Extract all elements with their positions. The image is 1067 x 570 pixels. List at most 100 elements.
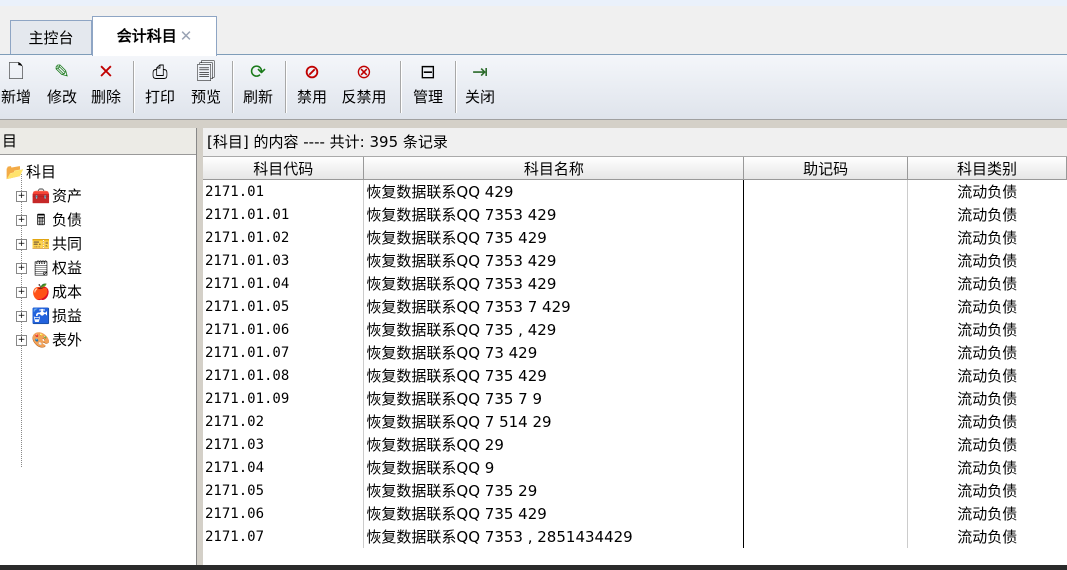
close-button[interactable]: ⇥ 关闭 — [460, 59, 500, 115]
cell-subject-type[interactable]: 流动负债 — [908, 226, 1067, 249]
cell-subject-code[interactable]: 2171.01.05 — [203, 295, 365, 318]
cell-subject-code[interactable]: 2171.02 — [203, 410, 365, 433]
cell-memo-code[interactable] — [743, 341, 909, 364]
cell-subject-code[interactable]: 2171.01.08 — [203, 364, 365, 387]
tab-accounting-subjects[interactable]: 会计科目 ✕ — [92, 16, 217, 56]
table-row[interactable]: 2171.07 恢复数据联系QQ 7353 , 2851434429 流动负债 — [203, 525, 1067, 548]
table-row[interactable]: 2171.03 恢复数据联系QQ 29 流动负债 — [203, 433, 1067, 456]
cell-subject-code[interactable]: 2171.06 — [203, 502, 365, 525]
expand-icon[interactable]: + — [16, 191, 27, 202]
expand-icon[interactable]: + — [16, 239, 27, 250]
cell-subject-name[interactable]: 恢复数据联系QQ 735 29 — [363, 479, 745, 502]
expand-icon[interactable]: + — [16, 287, 27, 298]
tree-item-assets[interactable]: + 🧰 资产 — [16, 184, 82, 208]
cell-subject-name[interactable]: 恢复数据联系QQ 7 514 29 — [363, 410, 745, 433]
cell-memo-code[interactable] — [743, 203, 909, 226]
table-row[interactable]: 2171.01.05 恢复数据联系QQ 7353 7 429 流动负债 — [203, 295, 1067, 318]
cell-subject-name[interactable]: 恢复数据联系QQ 7353 429 — [363, 249, 745, 272]
delete-button[interactable]: ✕ 删除 — [86, 59, 126, 115]
tree-item-off-balance[interactable]: + 🎨 表外 — [16, 328, 82, 352]
table-row[interactable]: 2171.01.02 恢复数据联系QQ 735 429 流动负债 — [203, 226, 1067, 249]
cell-subject-type[interactable]: 流动负债 — [908, 318, 1067, 341]
cell-subject-name[interactable]: 恢复数据联系QQ 9 — [363, 456, 745, 479]
cell-subject-code[interactable]: 2171.01.03 — [203, 249, 365, 272]
column-header-code[interactable]: 科目代码 — [203, 157, 365, 180]
tab-main-console[interactable]: 主控台 — [10, 20, 92, 55]
new-button[interactable]: 🗋 新增 — [0, 59, 38, 115]
cell-subject-type[interactable]: 流动负债 — [908, 456, 1067, 479]
cell-subject-type[interactable]: 流动负债 — [908, 387, 1067, 410]
cell-subject-code[interactable]: 2171.07 — [203, 525, 365, 548]
cell-subject-name[interactable]: 恢复数据联系QQ 429 — [363, 179, 745, 203]
cell-memo-code[interactable] — [743, 433, 909, 456]
cell-subject-name[interactable]: 恢复数据联系QQ 7353 7 429 — [363, 295, 745, 318]
disable-button[interactable]: ⊘ 禁用 — [292, 59, 332, 115]
cell-subject-name[interactable]: 恢复数据联系QQ 735 429 — [363, 226, 745, 249]
column-header-memo[interactable]: 助记码 — [743, 157, 909, 180]
tree-item-liabilities[interactable]: + 🖩 负债 — [16, 208, 82, 232]
cell-subject-name[interactable]: 恢复数据联系QQ 735 7 9 — [363, 387, 745, 410]
cell-subject-type[interactable]: 流动负债 — [908, 295, 1067, 318]
cell-subject-type[interactable]: 流动负债 — [908, 364, 1067, 387]
cell-subject-type[interactable]: 流动负债 — [908, 341, 1067, 364]
cell-subject-code[interactable]: 2171.04 — [203, 456, 365, 479]
table-row[interactable]: 2171.01.03 恢复数据联系QQ 7353 429 流动负债 — [203, 249, 1067, 272]
cell-subject-type[interactable]: 流动负债 — [908, 249, 1067, 272]
cell-subject-code[interactable]: 2171.01.01 — [203, 203, 365, 226]
cell-subject-type[interactable]: 流动负债 — [908, 433, 1067, 456]
expand-icon[interactable]: + — [16, 311, 27, 322]
cell-memo-code[interactable] — [743, 179, 909, 203]
manage-button[interactable]: ⊟ 管理 — [408, 59, 448, 115]
cell-memo-code[interactable] — [743, 456, 909, 479]
table-row[interactable]: 2171.05 恢复数据联系QQ 735 29 流动负债 — [203, 479, 1067, 502]
cell-subject-name[interactable]: 恢复数据联系QQ 7353 , 2851434429 — [363, 525, 745, 548]
cell-subject-code[interactable]: 2171.05 — [203, 479, 365, 502]
tree-item-profit-loss[interactable]: + 🚰 损益 — [16, 304, 82, 328]
cell-subject-name[interactable]: 恢复数据联系QQ 73 429 — [363, 341, 745, 364]
table-row[interactable]: 2171.02 恢复数据联系QQ 7 514 29 流动负债 — [203, 410, 1067, 433]
cell-memo-code[interactable] — [743, 226, 909, 249]
expand-icon[interactable]: + — [16, 263, 27, 274]
table-row[interactable]: 2171.01.06 恢复数据联系QQ 735 , 429 流动负债 — [203, 318, 1067, 341]
cell-memo-code[interactable] — [743, 295, 909, 318]
table-row[interactable]: 2171.01.09 恢复数据联系QQ 735 7 9 流动负债 — [203, 387, 1067, 410]
refresh-button[interactable]: ⟳ 刷新 — [238, 59, 278, 115]
table-row[interactable]: 2171.01.07 恢复数据联系QQ 73 429 流动负债 — [203, 341, 1067, 364]
close-tab-icon[interactable]: ✕ — [180, 27, 193, 45]
cell-subject-type[interactable]: 流动负债 — [908, 272, 1067, 295]
cell-subject-name[interactable]: 恢复数据联系QQ 735 , 429 — [363, 318, 745, 341]
table-row[interactable]: 2171.01.01 恢复数据联系QQ 7353 429 流动负债 — [203, 203, 1067, 226]
print-button[interactable]: ⎙ 打印 — [140, 59, 180, 115]
cell-memo-code[interactable] — [743, 410, 909, 433]
cell-subject-code[interactable]: 2171.01.04 — [203, 272, 365, 295]
cell-memo-code[interactable] — [743, 364, 909, 387]
cell-subject-name[interactable]: 恢复数据联系QQ 735 429 — [363, 502, 745, 525]
cell-subject-code[interactable]: 2171.03 — [203, 433, 365, 456]
cell-memo-code[interactable] — [743, 249, 909, 272]
edit-button[interactable]: ✎ 修改 — [42, 59, 82, 115]
cell-subject-code[interactable]: 2171.01.07 — [203, 341, 365, 364]
cell-subject-name[interactable]: 恢复数据联系QQ 735 429 — [363, 364, 745, 387]
tree-root[interactable]: 📂 科目 — [4, 160, 56, 184]
table-row[interactable]: 2171.06 恢复数据联系QQ 735 429 流动负债 — [203, 502, 1067, 525]
cell-subject-name[interactable]: 恢复数据联系QQ 29 — [363, 433, 745, 456]
cell-subject-name[interactable]: 恢复数据联系QQ 7353 429 — [363, 272, 745, 295]
tree-item-common[interactable]: + 🎫 共同 — [16, 232, 82, 256]
cell-subject-type[interactable]: 流动负债 — [908, 410, 1067, 433]
column-header-name[interactable]: 科目名称 — [363, 157, 745, 180]
cell-subject-code[interactable]: 2171.01 — [203, 179, 365, 203]
cell-subject-code[interactable]: 2171.01.02 — [203, 226, 365, 249]
cell-subject-name[interactable]: 恢复数据联系QQ 7353 429 — [363, 203, 745, 226]
enable-button[interactable]: ⊗ 反禁用 — [338, 59, 390, 115]
cell-memo-code[interactable] — [743, 272, 909, 295]
cell-memo-code[interactable] — [743, 318, 909, 341]
table-row[interactable]: 2171.04 恢复数据联系QQ 9 流动负债 — [203, 456, 1067, 479]
cell-subject-type[interactable]: 流动负债 — [908, 502, 1067, 525]
cell-memo-code[interactable] — [743, 502, 909, 525]
table-row[interactable]: 2171.01.04 恢复数据联系QQ 7353 429 流动负债 — [203, 272, 1067, 295]
cell-memo-code[interactable] — [743, 525, 909, 548]
cell-subject-type[interactable]: 流动负债 — [908, 180, 1067, 204]
table-row[interactable]: 2171.01.08 恢复数据联系QQ 735 429 流动负债 — [203, 364, 1067, 387]
cell-subject-type[interactable]: 流动负债 — [908, 203, 1067, 226]
cell-subject-type[interactable]: 流动负债 — [908, 479, 1067, 502]
